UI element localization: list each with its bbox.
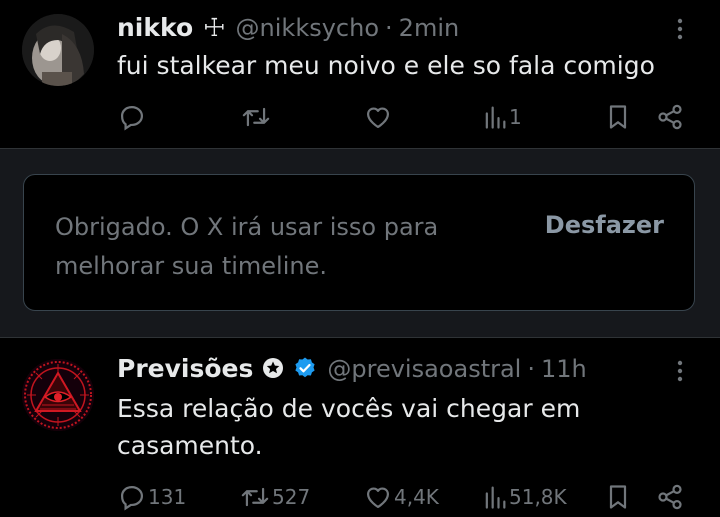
views-button[interactable]: 51,8K — [483, 477, 567, 517]
bookmark-icon — [609, 485, 627, 509]
reply-icon — [120, 105, 144, 131]
reply-icon — [120, 485, 144, 511]
separator-dot: · — [527, 355, 535, 383]
more-icon[interactable] — [668, 14, 692, 44]
undo-button[interactable]: Desfazer — [545, 211, 664, 239]
tweet-nikko[interactable]: nikko ☩ @nikksycho · 2min fui stalkear m… — [0, 0, 720, 148]
like-button[interactable] — [364, 97, 394, 137]
views-icon — [485, 486, 506, 509]
handle[interactable]: @previsaoastral — [327, 355, 521, 383]
repost-button[interactable]: 527 — [240, 477, 310, 517]
reply-button[interactable] — [118, 97, 148, 137]
reply-count: 131 — [148, 485, 187, 509]
share-button[interactable] — [656, 477, 684, 517]
timestamp[interactable]: 11h — [541, 355, 587, 383]
tweet-actions: 1 — [0, 97, 720, 137]
repost-count: 527 — [272, 485, 311, 509]
eye-of-providence-seal — [22, 359, 94, 431]
display-name[interactable]: Previsões — [117, 354, 253, 383]
tweet-text-line: Essa relação de vocês vai chegar em — [117, 394, 581, 423]
reply-button[interactable]: 131 — [118, 477, 186, 517]
profile-photo — [22, 14, 94, 86]
star-badge-icon — [261, 356, 285, 380]
like-icon — [366, 107, 390, 129]
views-icon — [485, 106, 506, 129]
more-icon[interactable] — [668, 356, 692, 386]
bookmark-icon — [609, 105, 627, 129]
share-button[interactable] — [656, 97, 684, 137]
avatar[interactable] — [22, 359, 94, 431]
notice-message: Obrigado. O X irá usar isso para melhora… — [55, 213, 439, 280]
views-button[interactable]: 1 — [483, 97, 522, 137]
timestamp[interactable]: 2min — [399, 14, 460, 42]
like-icon — [366, 487, 390, 509]
display-name[interactable]: nikko — [117, 13, 193, 42]
tweet-header: Previsões @previsaoastral · 11h — [117, 353, 587, 383]
tweet-text-line: casamento. — [117, 431, 263, 460]
like-button[interactable]: 4,4K — [364, 477, 439, 517]
bookmark-button[interactable] — [606, 477, 630, 517]
views-count: 51,8K — [509, 485, 567, 509]
repost-icon — [241, 487, 269, 507]
share-icon — [658, 104, 682, 130]
tweet-text: fui stalkear meu noivo e ele so fala com… — [117, 51, 655, 80]
tweet-previsoes[interactable]: Previsões @previsaoastral · 11h Essa rel… — [0, 338, 720, 517]
separator-dot: · — [385, 14, 393, 42]
feedback-notice-section: Obrigado. O X irá usar isso para melhora… — [0, 149, 720, 337]
bookmark-button[interactable] — [606, 97, 630, 137]
share-icon — [658, 484, 682, 510]
verified-badge-icon[interactable] — [293, 356, 317, 380]
tweet-actions: 131 527 4,4K 51,8K — [0, 477, 720, 517]
like-count: 4,4K — [394, 485, 439, 509]
feedback-notice: Obrigado. O X irá usar isso para melhora… — [23, 174, 695, 311]
tweet-header: nikko ☩ @nikksycho · 2min — [117, 13, 459, 42]
handle[interactable]: @nikksycho — [236, 14, 379, 42]
tweet-text: Essa relação de vocês vai chegar em casa… — [117, 390, 580, 464]
repost-icon — [242, 107, 270, 127]
name-decoration: ☩ — [203, 13, 226, 42]
repost-button[interactable] — [241, 97, 273, 137]
avatar[interactable] — [22, 14, 94, 86]
views-count: 1 — [509, 105, 522, 129]
